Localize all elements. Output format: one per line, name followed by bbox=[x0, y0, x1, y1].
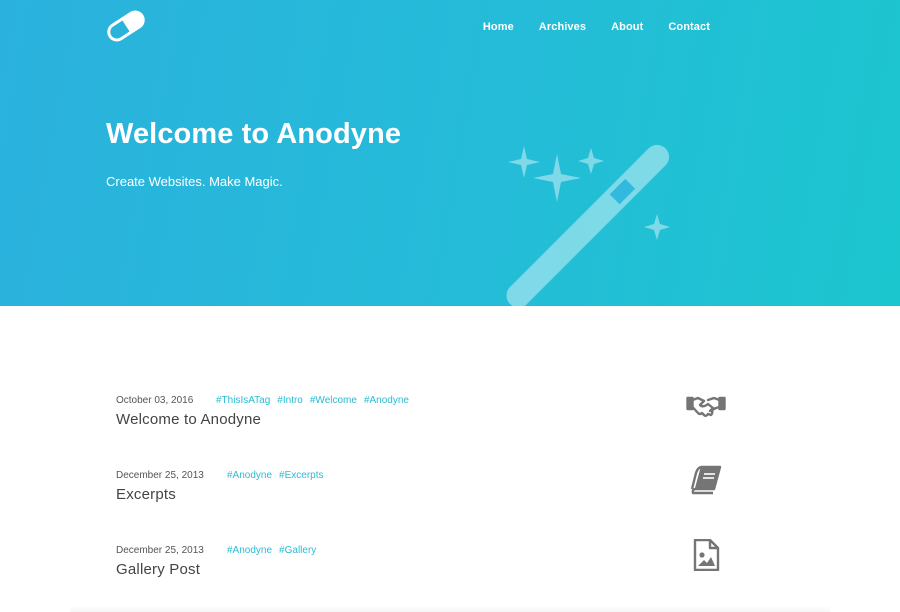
nav-archives[interactable]: Archives bbox=[539, 20, 586, 34]
post-meta: October 03, 2016 #ThisIsATag #Intro #Wel… bbox=[116, 395, 416, 407]
post-tag[interactable]: #Anodyne bbox=[364, 395, 409, 407]
hero-title: Welcome to Anodyne bbox=[106, 118, 402, 150]
post-tags: #Anodyne #Gallery bbox=[227, 545, 323, 557]
post-list: October 03, 2016 #ThisIsATag #Intro #Wel… bbox=[0, 306, 900, 612]
nav-home[interactable]: Home bbox=[483, 20, 514, 34]
post-meta: December 25, 2013 #Anodyne #Gallery bbox=[116, 545, 323, 557]
post-title[interactable]: Gallery Post bbox=[116, 561, 200, 578]
post-date: October 03, 2016 bbox=[116, 395, 194, 406]
post-title[interactable]: Welcome to Anodyne bbox=[116, 411, 261, 428]
post-meta: December 25, 2013 #Anodyne #Excerpts bbox=[116, 470, 331, 482]
post-tag[interactable]: #Anodyne bbox=[227, 470, 272, 482]
post-tags: #ThisIsATag #Intro #Welcome #Anodyne bbox=[216, 395, 416, 407]
section-divider bbox=[70, 606, 830, 612]
handshake-icon bbox=[686, 396, 726, 417]
post-tag[interactable]: #Anodyne bbox=[227, 545, 272, 557]
post-tag[interactable]: #ThisIsATag bbox=[216, 395, 270, 407]
post-date: December 25, 2013 bbox=[116, 545, 204, 556]
list-item: October 03, 2016 #ThisIsATag #Intro #Wel… bbox=[116, 395, 726, 445]
post-title[interactable]: Excerpts bbox=[116, 486, 176, 503]
image-file-icon bbox=[693, 539, 720, 571]
pill-icon bbox=[107, 10, 145, 42]
post-tag[interactable]: #Excerpts bbox=[279, 470, 323, 482]
post-tag[interactable]: #Gallery bbox=[279, 545, 316, 557]
main-nav: Home Archives About Contact bbox=[458, 20, 710, 34]
nav-contact[interactable]: Contact bbox=[668, 20, 710, 34]
list-item: December 25, 2013 #Anodyne #Gallery Gall… bbox=[116, 539, 726, 595]
nav-about[interactable]: About bbox=[611, 20, 643, 34]
list-item: December 25, 2013 #Anodyne #Excerpts Exc… bbox=[116, 465, 726, 520]
book-icon bbox=[690, 465, 722, 495]
post-tags: #Anodyne #Excerpts bbox=[227, 470, 331, 482]
post-tag[interactable]: #Intro bbox=[277, 395, 303, 407]
hero-subtitle: Create Websites. Make Magic. bbox=[106, 174, 283, 189]
magic-wand-icon bbox=[506, 144, 670, 306]
post-tag[interactable]: #Welcome bbox=[310, 395, 357, 407]
hero-banner: Home Archives About Contact Welcome to A… bbox=[0, 0, 900, 306]
post-date: December 25, 2013 bbox=[116, 470, 204, 481]
